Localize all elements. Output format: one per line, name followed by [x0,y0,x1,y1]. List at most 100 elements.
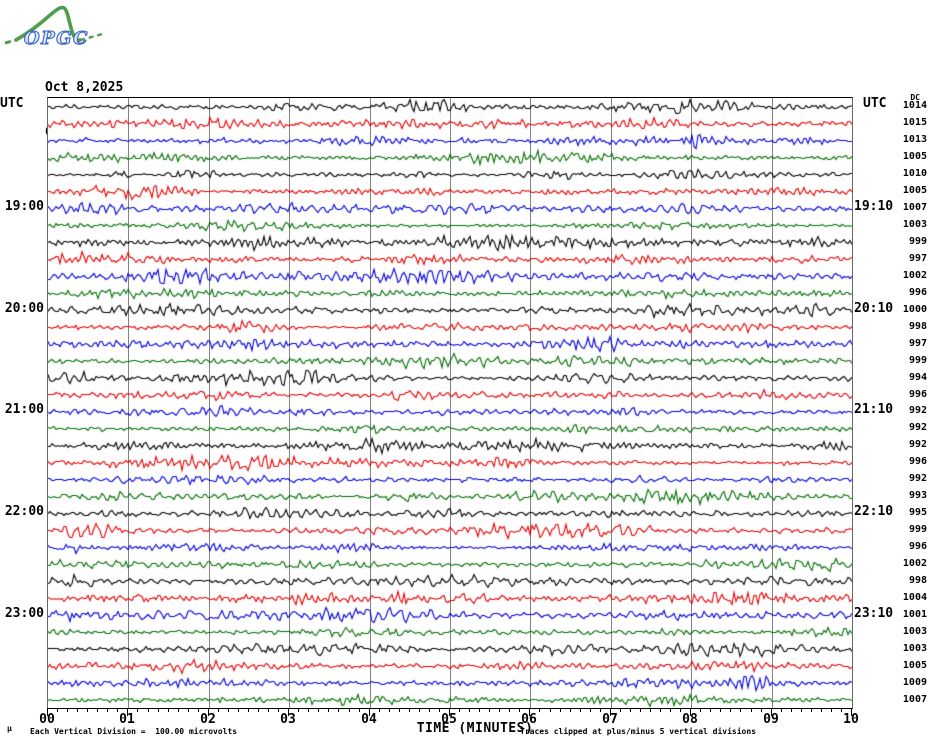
dc-offset-value: 1003 [902,625,927,637]
x-minor-tick [570,708,571,712]
x-tick-label: 10 [843,712,859,727]
dc-offset-value: 996 [908,286,927,298]
x-minor-tick [238,708,239,712]
x-minor-tick [308,708,309,712]
x-minor-tick [740,708,741,712]
x-minor-tick [228,708,229,712]
vertical-scale-note: Each Vertical Division = 100.00 microvol… [30,727,238,736]
dc-offset-value: 999 [908,236,927,248]
seismic-traces-canvas [48,98,852,708]
x-minor-tick [751,708,752,712]
dc-offset-value: 1003 [902,219,927,231]
dc-offset-value: 998 [908,320,927,332]
x-minor-tick [811,708,812,712]
clip-note: Traces clipped at plus/minus 5 vertical … [520,727,757,736]
x-minor-tick [399,708,400,712]
x-minor-tick [550,708,551,712]
helicorder-page: { "header": { "logo": "OPGC", "date": "O… [0,0,930,744]
x-minor-tick [590,708,591,712]
x-minor-tick [97,708,98,712]
x-minor-tick [489,708,490,712]
x-minor-tick [469,708,470,712]
hour-label-left: 23:00 [4,605,44,621]
dc-offset-value: 1002 [902,269,927,281]
x-minor-tick [499,708,500,712]
x-tick-label: 09 [763,712,779,727]
x-minor-tick [660,708,661,712]
x-minor-tick [168,708,169,712]
x-minor-tick [640,708,641,712]
x-minor-tick [710,708,711,712]
x-minor-tick [650,708,651,712]
utc-left-header: UTC [0,96,24,111]
x-minor-tick [429,708,430,712]
dc-offset-value: 996 [908,388,927,400]
x-minor-tick [389,708,390,712]
x-minor-tick [178,708,179,712]
hour-label-left: 21:00 [4,402,44,418]
x-minor-tick [188,708,189,712]
dc-offset-value: 997 [908,252,927,264]
date-label: Oct 8,2025 [45,80,124,95]
x-minor-tick [67,708,68,712]
x-tick-label: 01 [119,712,135,727]
x-minor-tick [419,708,420,712]
dc-offset-value: 1001 [902,608,927,620]
dc-offset-value: 1003 [902,642,927,654]
dc-offset-value: 1009 [902,676,927,688]
x-minor-tick [148,708,149,712]
x-minor-tick [349,708,350,712]
x-minor-tick [77,708,78,712]
dc-offset-value: 999 [908,354,927,366]
x-minor-tick [791,708,792,712]
x-minor-tick [670,708,671,712]
x-minor-tick [318,708,319,712]
logo-text: OPGC [24,28,89,49]
x-minor-tick [258,708,259,712]
dc-offset-value: 1007 [902,202,927,214]
dc-offset-value: 992 [908,439,927,451]
dc-offset-value: 1007 [902,693,927,705]
x-minor-tick [107,708,108,712]
dc-offset-value: 992 [908,422,927,434]
hour-label-left: 19:00 [4,199,44,215]
x-minor-tick [328,708,329,712]
dc-offset-value: 1000 [902,303,927,315]
x-minor-tick [158,708,159,712]
dc-offset-value: 1010 [902,168,927,180]
x-minor-tick [479,708,480,712]
dc-offset-value: 997 [908,337,927,349]
x-minor-tick [409,708,410,712]
dc-offset-value: 1013 [902,134,927,146]
x-minor-tick [580,708,581,712]
x-minor-tick [268,708,269,712]
dc-offset-value: 996 [908,456,927,468]
x-tick-label: 02 [200,712,216,727]
x-minor-tick [821,708,822,712]
dc-offset-value: 996 [908,541,927,553]
dc-offset-value: 1005 [902,151,927,163]
x-minor-tick [630,708,631,712]
dc-offset-value: 992 [908,473,927,485]
dc-offset-value: 1005 [902,659,927,671]
x-tick-label: 08 [682,712,698,727]
x-tick-label: 03 [280,712,296,727]
x-minor-tick [831,708,832,712]
hour-label-left: 20:00 [4,300,44,316]
dc-offset-value: 995 [908,507,927,519]
dc-offset-value: 992 [908,405,927,417]
dc-offset-value: 999 [908,524,927,536]
x-minor-tick [87,708,88,712]
x-minor-tick [801,708,802,712]
x-minor-tick [560,708,561,712]
x-minor-tick [720,708,721,712]
dc-offset-value: 1002 [902,557,927,569]
x-tick-label: 07 [602,712,618,727]
dc-offset-value: 994 [908,371,927,383]
x-minor-tick [730,708,731,712]
dc-offset-value: 1004 [902,591,927,603]
hour-label-left: 22:00 [4,504,44,520]
x-minor-tick [338,708,339,712]
x-minor-tick [248,708,249,712]
dc-offset-value: 993 [908,490,927,502]
